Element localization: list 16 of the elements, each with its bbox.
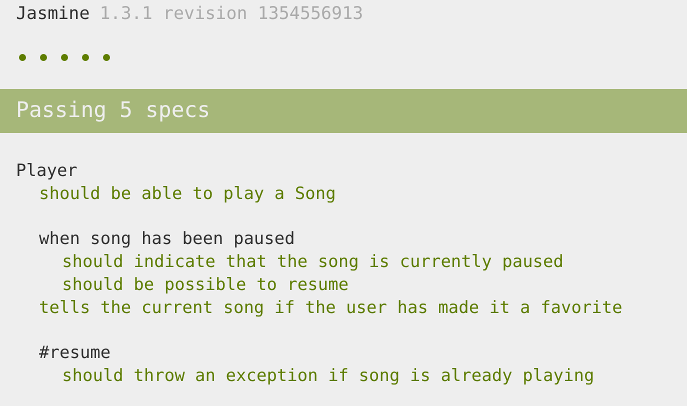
spec-name[interactable]: tells the current song if the user has made it a favorite (39, 296, 671, 320)
app-title: Jasmine (16, 4, 90, 24)
spec-result-dot[interactable] (40, 54, 47, 61)
spec-name[interactable]: should be able to play a Song (39, 182, 671, 206)
suite-name[interactable]: #resume (39, 342, 671, 365)
spec-result-dot[interactable] (82, 54, 89, 61)
spec-name[interactable]: should throw an exception if song is already playing (62, 364, 671, 388)
summary-bar: Passing 5 specs (0, 89, 687, 133)
version-text: 1.3.1 revision 1354556913 (100, 4, 364, 24)
spec-name[interactable]: should indicate that the song is currently paused (62, 250, 671, 274)
suite-name[interactable]: when song has been paused (39, 228, 671, 251)
spec-name[interactable]: should be possible to resume (62, 274, 671, 297)
spec-result-dot[interactable] (19, 54, 26, 61)
suite-name[interactable]: Player (16, 160, 671, 183)
spec-result-dot[interactable] (103, 54, 110, 61)
spec-result-dot[interactable] (61, 54, 68, 61)
